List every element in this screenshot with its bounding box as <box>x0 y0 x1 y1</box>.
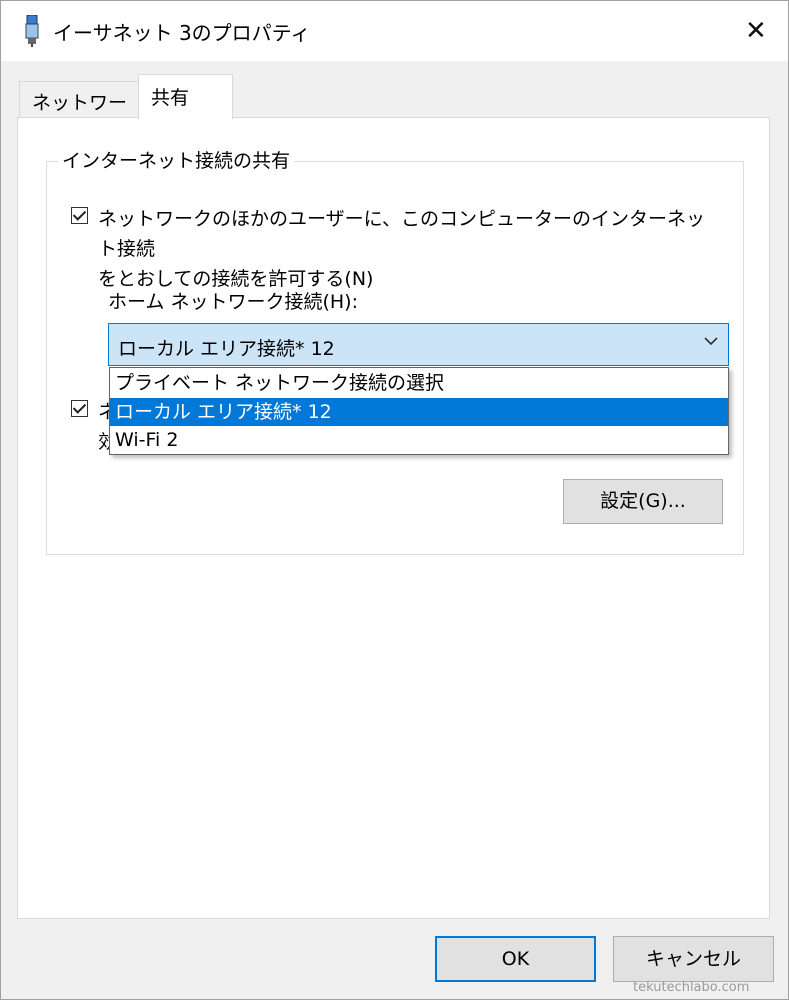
close-icon: ✕ <box>745 16 767 46</box>
network-adapter-icon <box>25 15 39 47</box>
window-title: イーサネット 3のプロパティ <box>53 21 311 45</box>
allow-sharing-checkbox[interactable] <box>71 207 88 224</box>
ok-button[interactable]: OK <box>435 936 596 982</box>
dropdown-option[interactable]: Wi-Fi 2 <box>110 426 728 454</box>
home-network-label: ホーム ネットワーク接続(H): <box>108 291 358 313</box>
title-bar: イーサネット 3のプロパティ ✕ <box>1 1 788 61</box>
home-network-selected-value: ローカル エリア接続* 12 <box>118 338 335 360</box>
group-title: インターネット接続の共有 <box>58 146 295 173</box>
allow-control-checkbox[interactable] <box>71 400 88 417</box>
cancel-button[interactable]: キャンセル <box>613 936 774 982</box>
chevron-down-icon <box>704 337 718 346</box>
dropdown-option[interactable]: プライベート ネットワーク接続の選択 <box>110 369 728 397</box>
home-network-dropdown-list: プライベート ネットワーク接続の選択 ローカル エリア接続* 12 Wi-Fi … <box>109 367 729 455</box>
dropdown-option-selected[interactable]: ローカル エリア接続* 12 <box>110 398 728 426</box>
properties-dialog: イーサネット 3のプロパティ ✕ ネットワーク 共有 インターネット接続の共有 … <box>0 0 789 1000</box>
tab-network[interactable]: ネットワーク <box>19 81 139 141</box>
close-button[interactable]: ✕ <box>733 11 779 51</box>
settings-button[interactable]: 設定(G)... <box>563 479 723 524</box>
allow-sharing-label-line1: ネットワークのほかのユーザーに、このコンピューターのインターネット接続 <box>98 208 706 260</box>
tab-sharing[interactable]: 共有 <box>138 74 233 119</box>
tab-sharing-label: 共有 <box>151 87 190 109</box>
home-network-select[interactable]: ローカル エリア接続* 12 <box>108 323 729 366</box>
allow-sharing-label[interactable]: ネットワークのほかのユーザーに、このコンピューターのインターネット接続 をとおし… <box>98 204 718 294</box>
watermark: tekutechlabo.com <box>633 980 750 995</box>
